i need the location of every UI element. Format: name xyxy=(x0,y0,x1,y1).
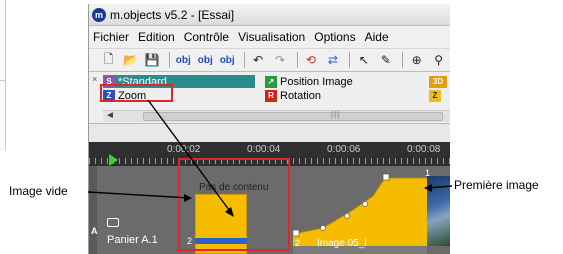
effect-label: Rotation xyxy=(280,89,321,102)
scroll-left-icon[interactable]: ◄ xyxy=(105,110,115,121)
title-bar: m m.objects v5.2 - [Essai] xyxy=(89,4,450,26)
keyframe-point[interactable] xyxy=(344,213,350,219)
blank-image-clip[interactable] xyxy=(195,194,247,254)
toolbar-separator xyxy=(402,52,404,68)
refresh-icon[interactable]: ⟲ xyxy=(301,50,320,70)
horizontal-scrollbar[interactable]: ◄ ||| xyxy=(103,110,450,122)
position-image-icon: ↗ xyxy=(265,75,277,88)
menu-fichier[interactable]: Fichier xyxy=(93,30,129,44)
track-letter: A xyxy=(91,226,98,236)
track-area: A Panier A.1 Pas de contenu 2 2 Image 05… xyxy=(89,166,450,254)
close-icon[interactable]: × xyxy=(92,74,97,84)
ruler-label: 0:00:04 xyxy=(247,144,281,155)
keyframe-point[interactable] xyxy=(320,225,326,231)
sync-icon[interactable]: ⇄ xyxy=(323,50,342,70)
effect-label: Position Image xyxy=(280,75,353,88)
m-objects-logo-icon: m xyxy=(92,7,106,22)
ruler-label: 0:00:02 xyxy=(167,144,201,155)
annotation-image-vide: Image vide xyxy=(9,184,68,198)
effect-item-standard[interactable]: S *Standard xyxy=(103,75,255,88)
annotation-premiere-image: Première image xyxy=(454,178,539,192)
toolbar-separator xyxy=(243,52,245,68)
clip-duration-bar xyxy=(195,236,247,244)
document-page-edge xyxy=(0,0,6,150)
effects-panel: × S *Standard Z Zoom ↗ Position Image R … xyxy=(89,72,450,124)
menu-options[interactable]: Options xyxy=(314,30,355,44)
open-folder-icon[interactable]: 📂 xyxy=(121,50,140,70)
clip-number: 2 xyxy=(295,238,301,248)
keyframe-point[interactable] xyxy=(362,201,368,207)
object-info-icon[interactable]: obj xyxy=(218,50,237,70)
toolbar: 🗋 📂 💾 obj obj obj ↶ ↷ ⟲ ⇄ ↖ ✎ ⊕ ⚲ xyxy=(89,48,450,72)
timeline-ruler[interactable]: 0:00:02 0:00:04 0:00:06 0:00:08 xyxy=(89,142,450,166)
camera-icon xyxy=(107,218,119,227)
play-marker-icon[interactable] xyxy=(109,154,118,166)
toolbar-separator xyxy=(349,52,351,68)
menu-visualisation[interactable]: Visualisation xyxy=(238,30,305,44)
first-image-thumbnail[interactable] xyxy=(427,176,450,246)
save-icon[interactable]: 💾 xyxy=(143,50,162,70)
pen-tool-icon[interactable]: ✎ xyxy=(376,50,395,70)
rotation-effect-icon: R xyxy=(265,89,277,102)
menu-controle[interactable]: Contrôle xyxy=(184,30,229,44)
zoom-icon[interactable]: ⚲ xyxy=(429,50,448,70)
blank-clip-text: Pas de contenu xyxy=(199,182,269,193)
add-object-icon[interactable]: obj xyxy=(174,50,193,70)
clip-number: 2 xyxy=(187,236,193,246)
menu-edition[interactable]: Edition xyxy=(138,30,175,44)
3d-effect-icon: 3D xyxy=(429,75,447,88)
pointer-tool-icon[interactable]: ↖ xyxy=(354,50,373,70)
scrollbar-grip: ||| xyxy=(331,110,341,119)
image-clip-shape xyxy=(293,178,427,246)
toolbar-separator xyxy=(168,52,170,68)
effect-label: *Standard xyxy=(118,75,167,88)
toolbar-separator xyxy=(296,52,298,68)
effect-item-position-image[interactable]: ↗ Position Image xyxy=(265,75,353,88)
keyframe-handle[interactable] xyxy=(293,229,300,237)
keyframe-handle[interactable] xyxy=(382,173,390,181)
zoom-effect-icon: Z xyxy=(103,89,115,102)
ruler-label: 0:00:08 xyxy=(407,144,441,155)
effect-item-3d[interactable]: 3D xyxy=(429,75,450,88)
zoom-effect-2-icon: Z xyxy=(429,89,441,102)
app-window: m m.objects v5.2 - [Essai] Fichier Editi… xyxy=(88,4,450,254)
undo-icon[interactable]: ↶ xyxy=(249,50,268,70)
window-title: m.objects v5.2 - [Essai] xyxy=(110,7,235,22)
ruler-label: 0:00:06 xyxy=(327,144,361,155)
zoom-in-icon[interactable]: ⊕ xyxy=(407,50,426,70)
object-settings-icon[interactable]: obj xyxy=(196,50,215,70)
standard-effect-icon: S xyxy=(103,75,115,88)
track-name: Panier A.1 xyxy=(107,234,158,246)
redo-icon[interactable]: ↷ xyxy=(271,50,290,70)
menu-bar: Fichier Edition Contrôle Visualisation O… xyxy=(89,26,450,48)
menu-aide[interactable]: Aide xyxy=(365,30,389,44)
effect-item-rotation[interactable]: R Rotation xyxy=(265,89,321,102)
track-header-strip xyxy=(89,166,97,254)
ruler-ticks xyxy=(89,158,450,164)
effect-item-zoom-2[interactable]: Z xyxy=(429,89,444,102)
effect-item-zoom[interactable]: Z Zoom xyxy=(103,89,146,102)
image-clip-label: Image 05_I xyxy=(317,238,368,249)
new-document-icon[interactable]: 🗋 xyxy=(99,50,118,70)
effect-label: Zoom xyxy=(118,89,147,102)
scrollbar-thumb[interactable] xyxy=(143,112,443,121)
